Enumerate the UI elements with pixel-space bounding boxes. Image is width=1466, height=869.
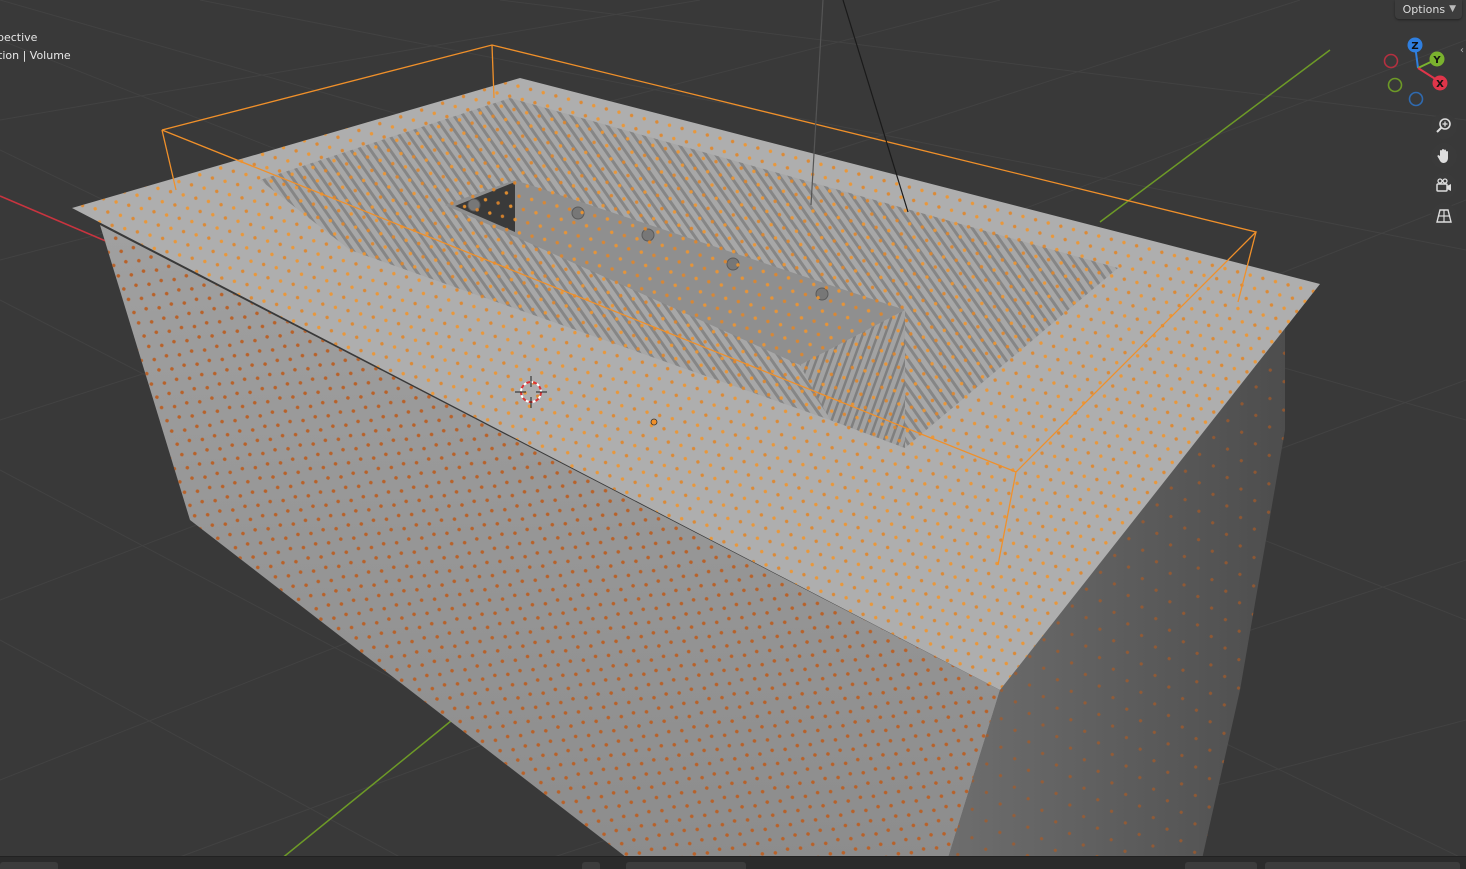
sidebar-toggle-icon[interactable]: ‹ bbox=[1460, 45, 1464, 56]
camera-icon bbox=[1436, 178, 1451, 192]
pan-hand-icon bbox=[1437, 149, 1448, 163]
gizmo-y-label: Y bbox=[1432, 55, 1441, 66]
object-origin bbox=[650, 418, 658, 426]
grid-icon bbox=[1436, 209, 1452, 223]
gizmo-x-label: X bbox=[1436, 79, 1444, 90]
chevron-down-icon: ▼ bbox=[1449, 4, 1456, 14]
options-dropdown[interactable]: Options ▼ bbox=[1394, 0, 1462, 19]
3d-viewport[interactable]: Z Y X bbox=[0, 0, 1466, 868]
camera-view-button[interactable] bbox=[1431, 173, 1457, 199]
perspective-toggle-button[interactable] bbox=[1431, 203, 1457, 229]
view-mode-text: pective bbox=[0, 31, 38, 44]
pan-button[interactable] bbox=[1431, 143, 1457, 169]
navigation-gizmo[interactable]: Z Y X bbox=[1383, 37, 1448, 107]
bottom-bar bbox=[0, 856, 1466, 869]
options-label: Options bbox=[1402, 3, 1446, 16]
zoom-button[interactable] bbox=[1431, 113, 1457, 139]
zoom-icon bbox=[1436, 118, 1451, 133]
collection-object-text: tion | Volume bbox=[0, 49, 71, 62]
gizmo-z-label: Z bbox=[1411, 41, 1418, 52]
